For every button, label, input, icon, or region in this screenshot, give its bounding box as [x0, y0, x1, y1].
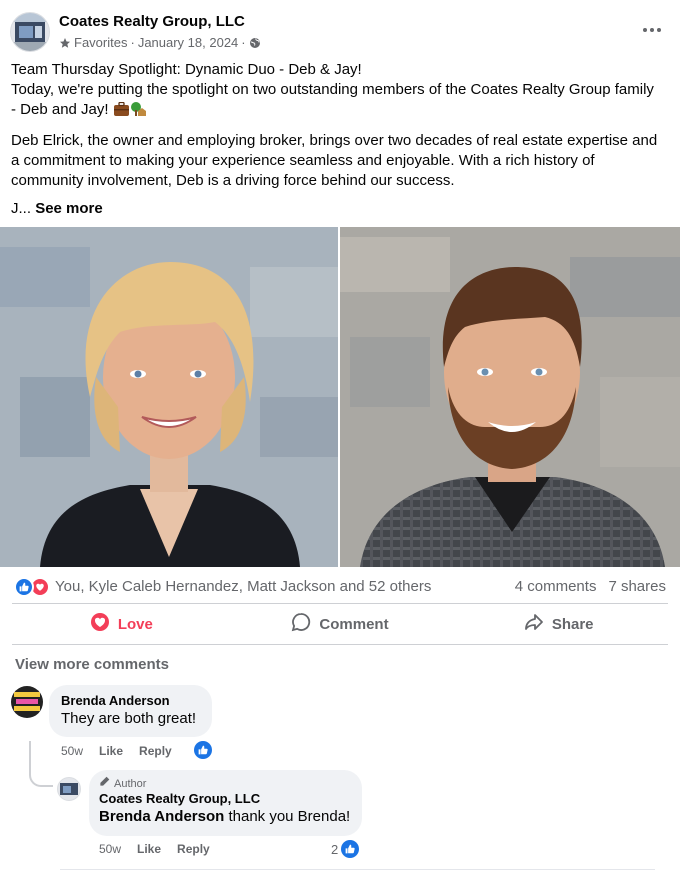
share-count[interactable]: 7 shares — [608, 578, 666, 595]
love-button[interactable]: Love — [12, 604, 231, 644]
meta-separator: · — [241, 35, 246, 50]
comment-count[interactable]: 4 comments — [515, 578, 597, 595]
reply-meta: 50w Like Reply — [99, 842, 210, 856]
meta-separator: · — [130, 35, 135, 50]
post-title: Team Thursday Spotlight: Dynamic Duo - D… — [11, 61, 362, 78]
share-button[interactable]: Share — [449, 604, 668, 644]
page-name[interactable]: Coates Realty Group, LLC — [59, 13, 245, 30]
author-badge: Author — [99, 776, 352, 791]
heart-icon — [90, 612, 110, 636]
pencil-icon — [99, 776, 110, 791]
see-more-link[interactable]: See more — [35, 200, 103, 217]
commenter-name[interactable]: Brenda Anderson — [61, 693, 200, 709]
post-card: Coates Realty Group, LLC Favorites · Jan… — [0, 0, 680, 871]
like-icon[interactable] — [341, 840, 359, 858]
post-text: Team Thursday Spotlight: Dynamic Duo - D… — [11, 60, 661, 219]
truncated-text: J... — [11, 200, 32, 217]
reaction-names[interactable]: You, Kyle Caleb Hernandez, Matt Jackson … — [55, 578, 431, 595]
photo-grid — [0, 227, 680, 567]
reaction-summary: You, Kyle Caleb Hernandez, Matt Jackson … — [14, 576, 666, 598]
favorites-label[interactable]: Favorites — [74, 35, 127, 50]
post-paragraph: Today, we're putting the spotlight on tw… — [11, 81, 654, 118]
like-icon — [14, 577, 34, 597]
comment-label: Comment — [319, 615, 389, 633]
briefcase-icon — [113, 101, 130, 123]
globe-icon — [249, 37, 261, 49]
comment-reply-button[interactable]: Reply — [139, 744, 172, 758]
reply-text: thank you Brenda! — [224, 808, 351, 825]
comment-button[interactable]: Comment — [231, 604, 450, 644]
reply-like-button[interactable]: Like — [137, 842, 161, 856]
comment-icon — [291, 612, 311, 636]
share-label: Share — [551, 615, 594, 633]
star-icon — [59, 37, 71, 49]
post-date[interactable]: January 18, 2024 — [138, 35, 238, 50]
reply-bubble: Author Coates Realty Group, LLC Brenda A… — [89, 770, 362, 836]
page-avatar[interactable] — [10, 12, 50, 52]
reply-reply-button[interactable]: Reply — [177, 842, 210, 856]
reply-author-name[interactable]: Coates Realty Group, LLC — [99, 791, 352, 807]
love-label: Love — [117, 615, 153, 633]
house-tree-icon — [130, 101, 146, 123]
page-avatar-small[interactable] — [57, 777, 81, 801]
photo-jay[interactable] — [340, 227, 680, 567]
divider — [12, 644, 668, 645]
comment-text: They are both great! — [61, 710, 197, 727]
action-bar: Love Comment Share — [12, 604, 668, 644]
view-more-comments[interactable]: View more comments — [15, 656, 169, 673]
reply-like-count[interactable]: 2 — [331, 842, 338, 857]
like-icon[interactable] — [194, 741, 212, 759]
commenter-avatar[interactable] — [11, 686, 43, 718]
more-options-icon[interactable] — [638, 18, 666, 42]
author-label: Author — [114, 777, 147, 790]
mention-link[interactable]: Brenda Anderson — [99, 808, 224, 825]
post-header: Coates Realty Group, LLC Favorites · Jan… — [10, 12, 670, 56]
comment-bubble: Brenda Anderson They are both great! — [49, 685, 212, 737]
share-icon — [524, 612, 544, 636]
comment-meta: 50w Like Reply — [61, 744, 172, 758]
photo-deb[interactable] — [0, 227, 338, 567]
post-paragraph: Deb Elrick, the owner and employing brok… — [11, 132, 658, 189]
comment-like-button[interactable]: Like — [99, 744, 123, 758]
divider — [60, 869, 655, 870]
reaction-icons[interactable] — [14, 577, 50, 597]
comment-time[interactable]: 50w — [61, 744, 83, 758]
post-meta: Favorites · January 18, 2024 · — [59, 35, 261, 50]
reply-time[interactable]: 50w — [99, 842, 121, 856]
reply-thread-line — [29, 741, 53, 787]
